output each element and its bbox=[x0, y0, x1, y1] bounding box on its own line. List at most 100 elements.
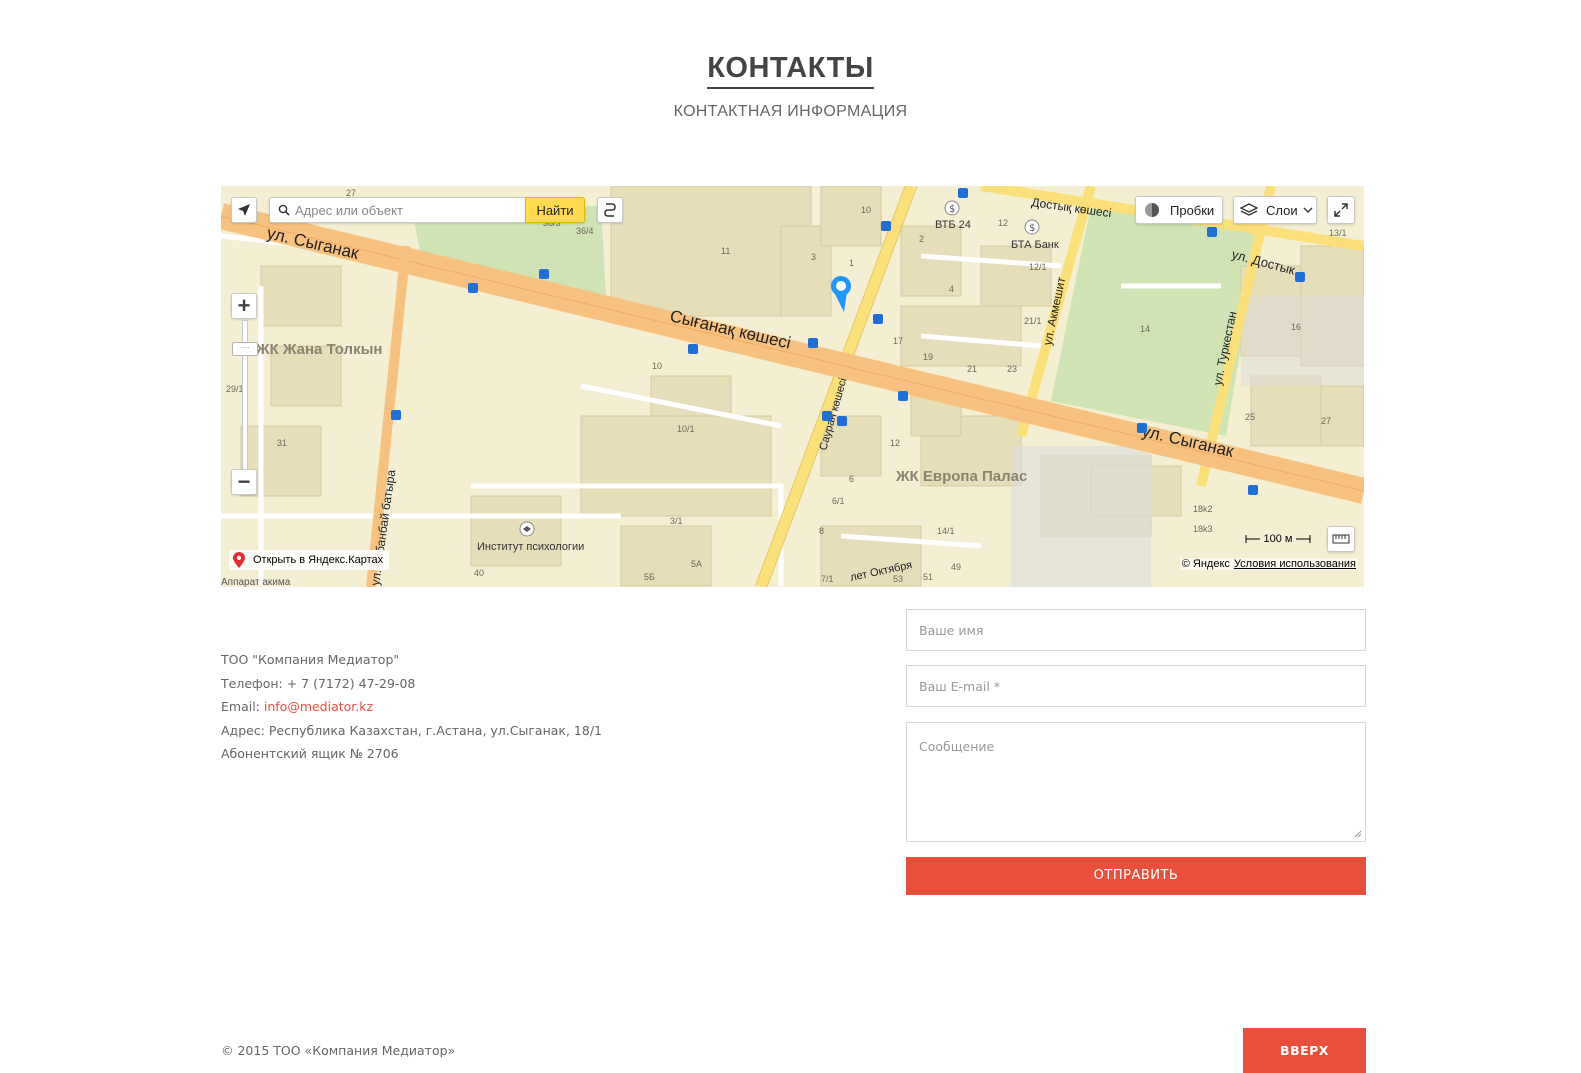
page-title: КОНТАКТЫ bbox=[707, 52, 874, 89]
map-scale: 100 м bbox=[1238, 531, 1318, 547]
fullscreen-button[interactable] bbox=[1327, 196, 1355, 224]
bus-stop-icon bbox=[1248, 485, 1258, 495]
route-icon bbox=[604, 203, 616, 217]
map-house-number: 18k2 bbox=[1193, 504, 1213, 514]
traffic-button[interactable]: Пробки bbox=[1135, 196, 1223, 224]
terms-of-use-link[interactable]: Условия использования bbox=[1234, 558, 1356, 570]
geolocation-button[interactable] bbox=[231, 197, 257, 223]
map-label-poi: БТА Банк bbox=[1011, 239, 1059, 251]
map-label-poi: Институт психологии bbox=[477, 541, 584, 553]
contact-info: ТОО "Компания Медиатор" Телефон: + 7 (71… bbox=[221, 648, 602, 766]
bank-icon: $ bbox=[1024, 219, 1040, 235]
location-arrow-icon bbox=[238, 204, 250, 216]
traffic-label: Пробки bbox=[1170, 202, 1215, 218]
map-find-button[interactable]: Найти bbox=[525, 197, 585, 223]
scale-bar-icon bbox=[1296, 535, 1311, 543]
map-house-number: 5A bbox=[691, 559, 702, 569]
map-house-number: 3 bbox=[811, 252, 816, 262]
bus-stop-icon bbox=[881, 221, 891, 231]
map-house-number: 7/1 bbox=[821, 574, 834, 584]
map-house-number: 25 bbox=[1245, 412, 1255, 422]
map-house-number: 40 bbox=[474, 568, 484, 578]
plus-icon: + bbox=[237, 293, 251, 318]
map-house-number: 12/1 bbox=[1029, 262, 1047, 272]
bus-stop-icon bbox=[898, 391, 908, 401]
layers-icon bbox=[1240, 203, 1258, 216]
bus-stop-icon bbox=[958, 188, 968, 198]
map-house-number: 21 bbox=[967, 364, 977, 374]
map-house-number: 11 bbox=[721, 246, 730, 256]
route-button[interactable] bbox=[597, 197, 623, 223]
submit-button[interactable]: ОТПРАВИТЬ bbox=[906, 857, 1366, 895]
bus-stop-icon bbox=[468, 283, 478, 293]
zoom-in-button[interactable]: + bbox=[231, 293, 257, 319]
zoom-out-button[interactable]: − bbox=[231, 469, 257, 495]
email-link[interactable]: info@mediator.kz bbox=[264, 699, 373, 714]
address: Адрес: Республика Казахстан, г.Астана, у… bbox=[221, 722, 602, 738]
page-title-wrap: КОНТАКТЫ bbox=[0, 52, 1581, 89]
map-house-number: 2 bbox=[919, 234, 924, 244]
search-icon bbox=[278, 204, 290, 216]
map-house-number: 8 bbox=[819, 526, 824, 536]
bus-stop-icon bbox=[539, 269, 549, 279]
map[interactable]: ул. Сыганак Сығанақ көшесі ул. Сыганак Д… bbox=[221, 186, 1364, 587]
map-label-complex: ЖК Европа Палас bbox=[895, 468, 1027, 485]
map-label-poi: Аппарат акима bbox=[221, 577, 291, 587]
map-house-number: 27 bbox=[1321, 416, 1331, 426]
map-canvas[interactable]: ул. Сыганак Сығанақ көшесі ул. Сыганак Д… bbox=[221, 186, 1364, 587]
email-input[interactable]: Ваш E-mail * bbox=[906, 665, 1366, 707]
company-name: ТОО "Компания Медиатор" bbox=[221, 652, 400, 667]
yandex-copyright: © Яндекс bbox=[1181, 558, 1230, 570]
map-house-number: 17 bbox=[893, 336, 903, 346]
bus-stop-icon bbox=[391, 410, 401, 420]
page-subtitle: КОНТАКТНАЯ ИНФОРМАЦИЯ bbox=[673, 103, 908, 120]
bus-stop-icon bbox=[873, 314, 883, 324]
map-house-number: 4 bbox=[949, 284, 954, 294]
map-house-number: 51 bbox=[923, 572, 933, 582]
map-house-number: 19 bbox=[923, 352, 933, 362]
map-house-number: 10/1 bbox=[677, 424, 695, 434]
bus-stop-icon bbox=[1295, 272, 1305, 282]
map-search-input[interactable]: Адрес или объект bbox=[269, 197, 525, 223]
map-house-number: 5Б bbox=[644, 572, 655, 582]
traffic-icon bbox=[1145, 203, 1159, 217]
map-copyright: © Яндекс Условия использования bbox=[1179, 558, 1358, 570]
bus-stop-icon bbox=[822, 411, 832, 421]
map-house-number: 10 bbox=[652, 361, 662, 371]
map-house-number: 31 bbox=[277, 438, 287, 448]
map-pin-icon bbox=[233, 552, 245, 568]
zoom-slider-thumb[interactable]: ···· bbox=[232, 342, 258, 356]
minus-icon: − bbox=[237, 469, 251, 494]
map-house-number: 13/1 bbox=[1329, 228, 1347, 238]
map-house-number: 6 bbox=[849, 474, 854, 484]
svg-text:$: $ bbox=[949, 204, 955, 215]
graduation-cap-icon bbox=[519, 521, 535, 537]
map-house-number: 29/1 bbox=[226, 384, 244, 394]
back-to-top-button[interactable]: ВВЕРХ bbox=[1243, 1028, 1366, 1073]
layers-label: Слои bbox=[1266, 202, 1298, 218]
message-placeholder: Сообщение bbox=[919, 739, 995, 754]
resize-handle-icon[interactable] bbox=[1354, 830, 1362, 838]
map-house-number: 6/1 bbox=[832, 496, 845, 506]
map-house-number: 53 bbox=[893, 574, 903, 584]
map-label-complex: ЖК Жана Толкын bbox=[255, 341, 382, 358]
map-house-number: 14 bbox=[1140, 324, 1150, 334]
map-house-number: 23 bbox=[1007, 364, 1017, 374]
map-search-placeholder: Адрес или объект bbox=[295, 202, 403, 218]
bus-stop-icon bbox=[837, 416, 847, 426]
footer-copyright: © 2015 ТОО «Компания Медиатор» bbox=[221, 1043, 456, 1058]
map-scale-label: 100 м bbox=[1263, 533, 1293, 545]
map-house-number: 10 bbox=[861, 205, 871, 215]
open-in-yandex-maps-label: Открыть в Яндекс.Картах bbox=[253, 554, 384, 566]
name-input[interactable]: Ваше имя bbox=[906, 609, 1366, 651]
map-house-number: 16 bbox=[1291, 322, 1301, 332]
po-box: Абонентский ящик № 2706 bbox=[221, 746, 399, 761]
email-line: Email: info@mediator.kz bbox=[221, 695, 602, 719]
map-house-number: 21/1 bbox=[1024, 316, 1042, 326]
open-in-yandex-maps-link[interactable]: Открыть в Яндекс.Картах bbox=[229, 550, 390, 570]
message-textarea[interactable]: Сообщение bbox=[906, 722, 1366, 842]
scale-bar-icon bbox=[1245, 535, 1260, 543]
ruler-button[interactable] bbox=[1327, 526, 1355, 552]
layers-button[interactable]: Слои bbox=[1233, 196, 1317, 224]
map-label-poi: ВТБ 24 bbox=[935, 219, 971, 231]
